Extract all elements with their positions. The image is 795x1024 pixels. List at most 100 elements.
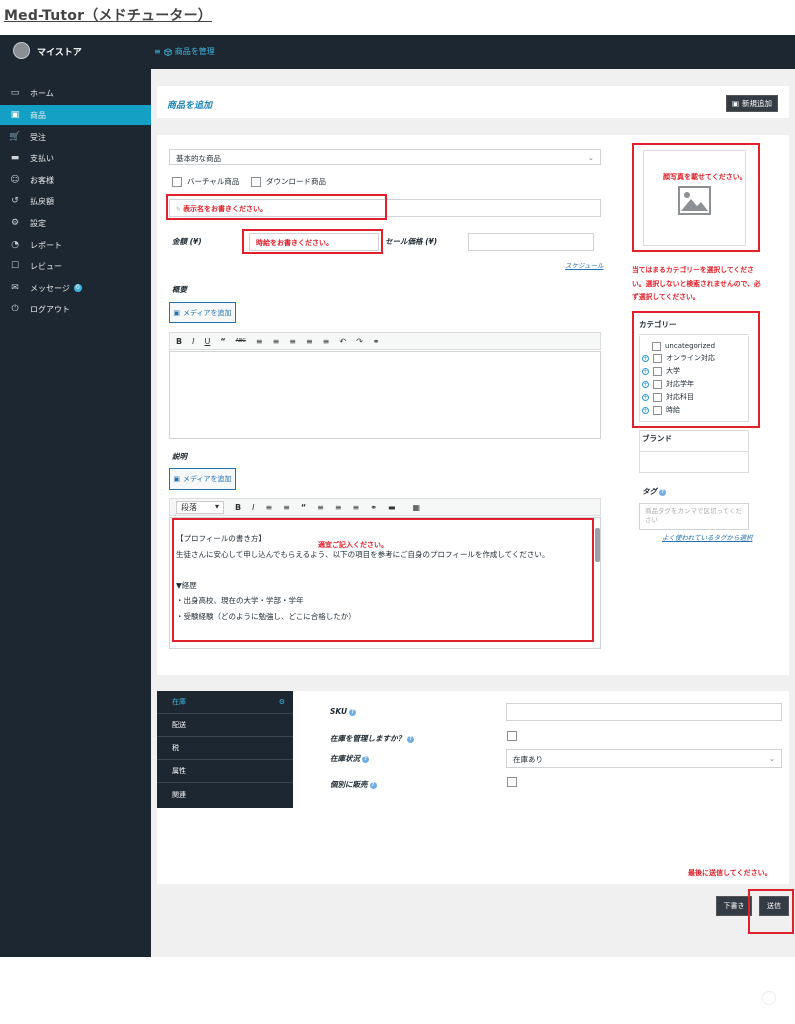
align-right-icon[interactable]: ≡	[353, 503, 360, 512]
category-checkbox[interactable]	[652, 341, 661, 351]
manage-stock-checkbox[interactable]	[507, 731, 517, 741]
summary-add-media-button[interactable]: ▣ メディアを追加	[169, 302, 236, 323]
align-right-icon[interactable]: ≡	[323, 337, 330, 346]
tab-tax[interactable]: 税	[157, 737, 293, 760]
category-item[interactable]: + 大学	[642, 365, 680, 377]
brand-divider	[639, 451, 749, 452]
popular-tags-link[interactable]: よく使われているタグから選択	[662, 532, 752, 542]
italic-icon[interactable]: I	[192, 337, 194, 346]
product-type-select[interactable]: 基本的な商品 ⌄	[169, 149, 601, 165]
virtual-checkbox[interactable]	[172, 176, 182, 187]
bold-icon[interactable]: B	[235, 503, 241, 512]
category-item[interactable]: uncategorized	[652, 340, 715, 352]
bullet-list-icon[interactable]: ≡	[265, 503, 272, 512]
add-new-button[interactable]: ▣ 新規追加	[726, 95, 778, 112]
tab-attributes[interactable]: 属性	[157, 760, 293, 783]
sidebar-item-label: ホーム	[30, 88, 54, 98]
sidebar-item-refunds[interactable]: ↺ 払戻額	[0, 191, 151, 211]
stock-status-label: 在庫状況?	[330, 753, 369, 764]
strikethrough-icon[interactable]: ABC	[236, 338, 246, 344]
sold-individually-checkbox[interactable]	[507, 777, 517, 787]
underline-icon[interactable]: U	[204, 337, 210, 346]
download-label: ダウンロード商品	[266, 177, 326, 186]
italic-icon[interactable]: I	[252, 503, 254, 512]
sku-label: SKU?	[330, 707, 357, 716]
paragraph-select[interactable]: 段落 ▾	[176, 500, 224, 514]
tab-shipping[interactable]: 配送	[157, 714, 293, 737]
sale-price-input[interactable]	[468, 233, 594, 251]
category-label: 対応学年	[666, 380, 694, 388]
link-icon[interactable]: ⚭	[373, 337, 380, 346]
toolbar-toggle-icon[interactable]: ▦	[413, 503, 421, 512]
bold-icon[interactable]: B	[176, 337, 182, 346]
quote-icon[interactable]: “	[301, 503, 306, 512]
expand-icon[interactable]: +	[642, 393, 649, 401]
link-icon[interactable]: ⚭	[370, 503, 377, 512]
tab-inventory[interactable]: 在庫 ⚙	[157, 691, 293, 714]
sidebar-item-payments[interactable]: ▬ 支払い	[0, 148, 151, 168]
expand-icon[interactable]: +	[642, 367, 649, 375]
more-icon[interactable]: ▬	[388, 503, 396, 512]
description-label: 説明	[172, 452, 187, 461]
sidebar-item-messages[interactable]: ✉ メッセージ 0	[0, 278, 151, 298]
tab-linked[interactable]: 関連	[157, 783, 293, 806]
stock-status-select[interactable]: 在庫あり ⌄	[506, 749, 782, 768]
sidebar-item-reviews[interactable]: ☐ レビュー	[0, 256, 151, 276]
expand-icon[interactable]: +	[642, 406, 649, 414]
align-left-icon[interactable]: ≡	[317, 503, 324, 512]
description-scrollbar[interactable]	[595, 528, 600, 562]
tab-label: 配送	[172, 721, 186, 729]
summary-editor[interactable]	[169, 351, 601, 439]
gear-icon: ⚙	[10, 218, 20, 228]
category-item[interactable]: + 対応学年	[642, 378, 694, 390]
breadcrumb[interactable]: ≡ 商品を管理	[154, 46, 215, 57]
bullet-list-icon[interactable]: ≡	[256, 337, 263, 346]
stock-status-value: 在庫あり	[513, 755, 543, 764]
align-left-icon[interactable]: ≡	[289, 337, 296, 346]
sold-individually-label: 個別に販売?	[330, 779, 377, 790]
help-icon: ?	[362, 755, 369, 763]
category-label: オンライン対応	[666, 354, 715, 362]
virtual-option[interactable]: バーチャル商品	[172, 176, 239, 187]
menu-icon[interactable]: ≡	[154, 47, 161, 56]
pencil-icon: ✎	[176, 205, 182, 213]
category-checkbox[interactable]	[653, 392, 662, 402]
sidebar-item-products[interactable]: ▣ 商品	[0, 105, 151, 125]
category-checkbox[interactable]	[653, 379, 662, 389]
sidebar-item-logout[interactable]: ⏻ ログアウト	[0, 299, 151, 319]
numbered-list-icon[interactable]: ≡	[273, 337, 280, 346]
sidebar-item-label: レポート	[30, 240, 62, 250]
sidebar-item-settings[interactable]: ⚙ 設定	[0, 213, 151, 233]
download-option[interactable]: ダウンロード商品	[251, 176, 326, 187]
tab-label: 関連	[172, 790, 186, 799]
sidebar-item-customers[interactable]: ☺ お客様	[0, 170, 151, 190]
undo-icon[interactable]: ↶	[339, 337, 346, 346]
download-checkbox[interactable]	[251, 176, 261, 187]
description-add-media-button[interactable]: ▣ メディアを追加	[169, 468, 236, 490]
category-checkbox[interactable]	[653, 366, 662, 376]
quote-icon[interactable]: “	[220, 337, 225, 346]
sidebar-item-orders[interactable]: 🛒 受注	[0, 127, 151, 147]
numbered-list-icon[interactable]: ≡	[283, 503, 290, 512]
sidebar-item-home[interactable]: ▭ ホーム	[0, 83, 151, 103]
sidebar-item-label: お客様	[30, 175, 54, 185]
expand-icon[interactable]: +	[642, 354, 649, 362]
redo-icon[interactable]: ↷	[356, 337, 363, 346]
add-new-label: 新規追加	[742, 99, 773, 108]
store-avatar[interactable]	[13, 42, 30, 59]
category-checkbox[interactable]	[653, 353, 662, 363]
align-center-icon[interactable]: ≡	[306, 337, 313, 346]
align-center-icon[interactable]: ≡	[335, 503, 342, 512]
sku-input[interactable]	[506, 703, 782, 721]
category-item[interactable]: + 時給	[642, 404, 680, 416]
category-checkbox[interactable]	[653, 405, 662, 415]
sidebar-item-reports[interactable]: ◔ レポート	[0, 235, 151, 255]
expand-icon[interactable]: +	[642, 380, 649, 388]
save-draft-button[interactable]: 下書き	[716, 896, 752, 916]
name-placeholder-text: 表示名をお書きください。	[183, 205, 268, 213]
category-item[interactable]: + 対応科目	[642, 391, 694, 403]
schedule-link[interactable]: スケジュール	[565, 260, 604, 270]
tags-input[interactable]: 商品タグをカンマで区切ってください	[639, 503, 749, 530]
store-name[interactable]: マイストア	[37, 45, 82, 58]
category-item[interactable]: + オンライン対応	[642, 352, 715, 364]
